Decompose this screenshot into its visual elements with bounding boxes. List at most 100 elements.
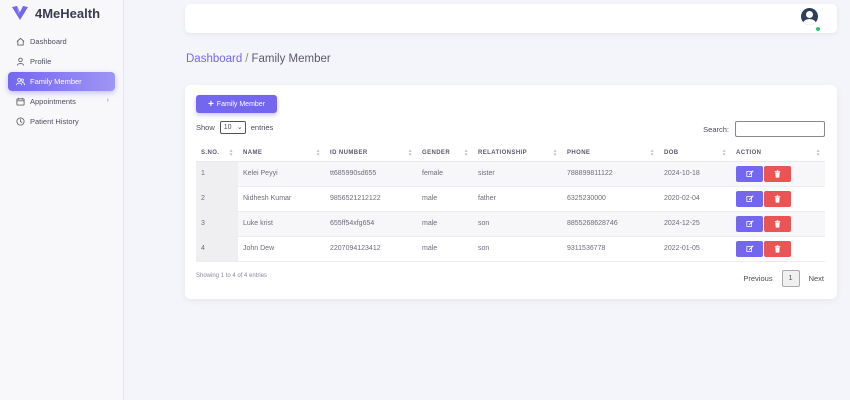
sort-icon: ▲ ▼	[407, 148, 413, 158]
sidebar-item-family-member[interactable]: Family Member	[8, 72, 115, 91]
breadcrumb: Dashboard / Family Member	[186, 53, 331, 65]
search-input[interactable]	[735, 121, 825, 137]
cell-phone: 788899811122	[562, 161, 659, 187]
cell-id-number: 655ff54xfg654	[325, 211, 417, 237]
delete-button[interactable]	[764, 215, 791, 232]
sidebar-item-appointments[interactable]: Appointments ›	[8, 92, 115, 111]
plus-icon: +	[207, 98, 214, 110]
cell-action	[731, 186, 825, 212]
delete-button[interactable]	[764, 165, 791, 182]
next-page-button[interactable]: Next	[809, 274, 824, 283]
sidebar-item-dashboard[interactable]: Dashboard	[8, 32, 115, 51]
sort-icon: ▲ ▼	[815, 148, 821, 158]
sidebar-item-label: Patient History	[30, 117, 79, 126]
sidebar-item-label: Family Member	[30, 77, 82, 86]
sidebar-item-patient-history[interactable]: Patient History	[8, 112, 115, 131]
edit-button[interactable]	[736, 215, 763, 232]
cell-phone: 9311536778	[562, 236, 659, 262]
cell-id-number: 2207094123412	[325, 236, 417, 262]
edit-icon	[745, 194, 754, 202]
cell-sno: 1	[196, 161, 238, 187]
edit-button[interactable]	[736, 240, 763, 257]
cell-action	[731, 236, 825, 262]
sort-icon: ▲ ▼	[649, 148, 655, 158]
table-info: Showing 1 to 4 of 4 entries	[196, 273, 268, 279]
cell-dob: 2024-12-25	[659, 211, 731, 237]
table-row: 2 Nidhesh Kumar 9856521212122 male fathe…	[196, 186, 825, 212]
column-header-relationship[interactable]: RELATIONSHIP ▲ ▼	[473, 145, 562, 162]
search-label: Search:	[703, 124, 729, 134]
avatar[interactable]	[801, 8, 818, 25]
edit-button[interactable]	[736, 190, 763, 207]
column-header-phone[interactable]: PHONE ▲ ▼	[562, 145, 659, 162]
sidebar-item-label: Dashboard	[30, 37, 67, 46]
trash-icon	[774, 194, 781, 203]
cell-action	[731, 211, 825, 237]
show-label: Show	[196, 123, 215, 132]
breadcrumb-current: Family Member	[251, 53, 331, 65]
cell-relationship: father	[473, 186, 562, 212]
sidebar-item-label: Appointments	[30, 97, 76, 106]
pagination: Previous 1 Next	[743, 270, 824, 287]
top-bar	[185, 4, 837, 33]
cell-name: Nidhesh Kumar	[238, 186, 325, 212]
breadcrumb-separator: /	[245, 53, 249, 65]
entries-control: Show 10 ⌄ entries	[196, 121, 273, 134]
entries-select[interactable]: 10 ⌄	[219, 121, 246, 134]
entries-select-value: 10	[223, 124, 232, 131]
cell-sno: 3	[196, 211, 238, 237]
previous-page-button[interactable]: Previous	[743, 274, 772, 283]
cell-name: John Dew	[238, 236, 325, 262]
sidebar-nav: Dashboard Profile Family Member Appointm…	[0, 32, 123, 131]
family-member-card: + Family Member Show 10 ⌄ entries Search…	[185, 85, 837, 299]
chevron-right-icon: ›	[106, 97, 109, 104]
delete-button[interactable]	[764, 190, 791, 207]
cell-gender: female	[417, 161, 473, 187]
cell-name: Kelei Peyyi	[238, 161, 325, 187]
page-1-button[interactable]: 1	[781, 270, 800, 287]
trash-icon	[774, 169, 781, 178]
cell-relationship: son	[473, 211, 562, 237]
sidebar-item-profile[interactable]: Profile	[8, 52, 115, 71]
chevron-down-icon: ⌄	[236, 124, 243, 131]
home-icon	[16, 37, 25, 46]
add-family-member-button[interactable]: + Family Member	[196, 95, 277, 113]
online-status-dot	[816, 27, 820, 31]
edit-button[interactable]	[736, 165, 763, 182]
family-member-table: S.NO. ▲ ▼ NAME ▲ ▼ ID NUMBER ▲ ▼ GENDER ▲ ▼ RELA…	[196, 145, 825, 262]
cell-dob: 2020-02-04	[659, 186, 731, 212]
cell-dob: 2024-10-18	[659, 161, 731, 187]
table-row: 1 Kelei Peyyi tt685990sd655 female siste…	[196, 161, 825, 187]
cell-action	[731, 161, 825, 187]
sort-icon: ▲ ▼	[463, 148, 469, 158]
cell-phone: 8855268628746	[562, 211, 659, 237]
cell-sno: 2	[196, 186, 238, 212]
edit-icon	[745, 244, 754, 252]
cell-phone: 6325230000	[562, 186, 659, 212]
sidebar-item-label: Profile	[30, 57, 52, 66]
cell-sno: 4	[196, 236, 238, 262]
users-icon	[16, 77, 25, 86]
column-header-dob[interactable]: DOB ▲ ▼	[659, 145, 731, 162]
user-icon	[16, 57, 25, 66]
brand-name: 4MeHealth	[35, 5, 101, 21]
column-header-sno[interactable]: S.NO. ▲ ▼	[196, 145, 238, 162]
table-row: 4 John Dew 2207094123412 male son 931153…	[196, 236, 825, 262]
avatar-head-shape	[806, 11, 813, 18]
column-header-name[interactable]: NAME ▲ ▼	[238, 145, 325, 162]
calendar-icon	[16, 97, 25, 106]
sort-icon: ▲ ▼	[228, 148, 234, 158]
delete-button[interactable]	[764, 240, 791, 257]
column-header-action[interactable]: ACTION ▲ ▼	[731, 145, 825, 162]
cell-gender: male	[417, 236, 473, 262]
sort-icon: ▲ ▼	[552, 148, 558, 158]
table-row: 3 Luke krist 655ff54xfg654 male son 8855…	[196, 211, 825, 237]
avatar-body-shape	[803, 19, 816, 25]
edit-icon	[745, 219, 754, 227]
brand-logo-icon	[12, 6, 28, 20]
brand[interactable]: 4MeHealth	[11, 1, 123, 25]
column-header-id-number[interactable]: ID NUMBER ▲ ▼	[325, 145, 417, 162]
column-header-gender[interactable]: GENDER ▲ ▼	[417, 145, 473, 162]
breadcrumb-dashboard-link[interactable]: Dashboard	[186, 53, 242, 65]
cell-id-number: 9856521212122	[325, 186, 417, 212]
